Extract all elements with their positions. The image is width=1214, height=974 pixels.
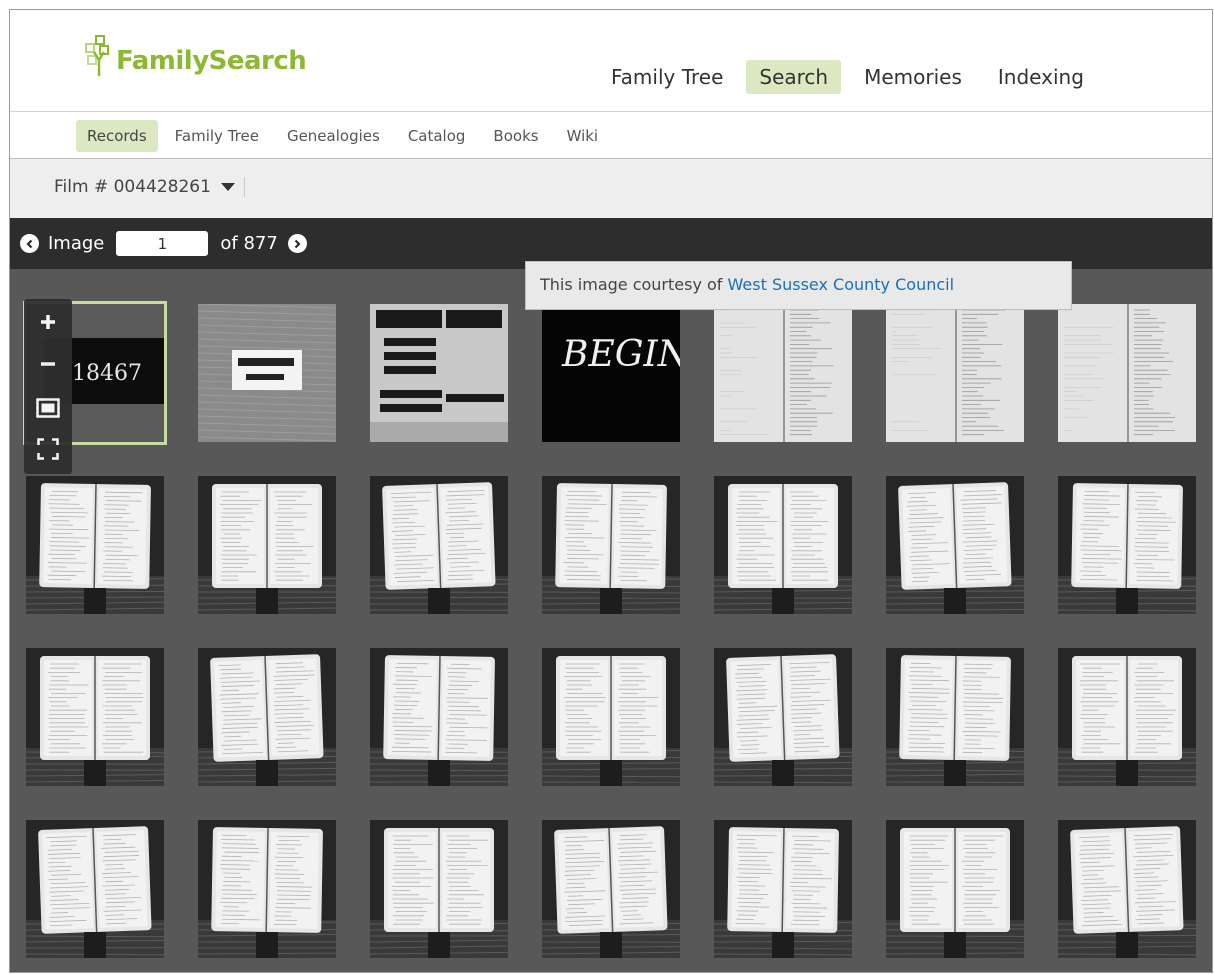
image-total: of 877 xyxy=(220,233,278,254)
film-bar: Film # 004428261 xyxy=(10,159,1212,218)
thumbnail-image xyxy=(886,648,1024,786)
thumbnail-image xyxy=(198,648,336,786)
zoom-out-button[interactable] xyxy=(24,345,72,383)
thumbnail-8[interactable] xyxy=(26,476,164,614)
thumbnail-23[interactable] xyxy=(198,820,336,958)
thumbnail-image xyxy=(198,476,336,614)
fullscreen-button[interactable] xyxy=(24,430,72,468)
thumbnail-28[interactable] xyxy=(1058,820,1196,958)
thumbnail-number-text: 18467 xyxy=(72,361,142,386)
thumbnail-image xyxy=(370,476,508,614)
sub-nav-wiki[interactable]: Wiki xyxy=(556,120,610,152)
thumbnail-image: BEGIN xyxy=(542,304,680,442)
thumbnail-image xyxy=(542,476,680,614)
fullscreen-icon xyxy=(37,438,59,460)
thumbnail-image xyxy=(714,648,852,786)
thumbnail-12[interactable] xyxy=(714,476,852,614)
thumbnail-15[interactable] xyxy=(26,648,164,786)
sub-nav: Records Family Tree Genealogies Catalog … xyxy=(10,112,1212,159)
thumbnail-image xyxy=(370,304,508,442)
thumbnail-9[interactable] xyxy=(198,476,336,614)
fit-screen-icon xyxy=(36,398,60,418)
zoom-in-icon xyxy=(41,315,55,329)
film-selector[interactable]: Film # 004428261 xyxy=(54,177,245,197)
thumbnail-image xyxy=(1058,648,1196,786)
thumbnail-image xyxy=(886,820,1024,958)
thumbnail-18[interactable] xyxy=(542,648,680,786)
sub-nav-family-tree[interactable]: Family Tree xyxy=(164,120,270,152)
thumbnail-5[interactable] xyxy=(714,304,852,442)
thumbnail-image xyxy=(26,648,164,786)
thumbnail-26[interactable] xyxy=(714,820,852,958)
page-frame: FamilySearch Family Tree Search Memories… xyxy=(9,9,1213,973)
thumbnail-6[interactable] xyxy=(886,304,1024,442)
thumbnail-2[interactable] xyxy=(198,304,336,442)
thumbnail-image xyxy=(370,820,508,958)
thumbnail-3[interactable] xyxy=(370,304,508,442)
thumbnail-image xyxy=(26,820,164,958)
courtesy-tooltip: This image courtesy of West Sussex Count… xyxy=(525,261,1072,310)
film-number-label: Film # 004428261 xyxy=(54,177,211,197)
next-image-button[interactable] xyxy=(287,234,307,253)
thumbnail-image xyxy=(714,304,852,442)
image-viewer[interactable]: 18467 BEGIN xyxy=(10,269,1212,972)
sub-nav-records[interactable]: Records xyxy=(76,120,158,152)
sub-nav-genealogies[interactable]: Genealogies xyxy=(276,120,391,152)
thumbnail-image xyxy=(198,304,336,442)
film-divider xyxy=(243,177,245,197)
thumbnail-image xyxy=(886,304,1024,442)
thumbnail-image xyxy=(542,820,680,958)
thumbnail-16[interactable] xyxy=(198,648,336,786)
previous-image-button[interactable] xyxy=(20,234,39,253)
main-nav-memories[interactable]: Memories xyxy=(851,60,975,94)
zoom-out-icon xyxy=(41,362,55,366)
sub-nav-books[interactable]: Books xyxy=(482,120,549,152)
thumbnail-27[interactable] xyxy=(886,820,1024,958)
thumbnail-image xyxy=(886,476,1024,614)
main-nav-search[interactable]: Search xyxy=(746,60,842,94)
thumbnail-image xyxy=(714,476,852,614)
thumbnail-13[interactable] xyxy=(886,476,1024,614)
thumbnail-17[interactable] xyxy=(370,648,508,786)
courtesy-text: This image courtesy of xyxy=(540,275,723,294)
thumbnail-image xyxy=(370,648,508,786)
main-nav-family-tree[interactable]: Family Tree xyxy=(598,60,736,94)
tree-logo-icon xyxy=(85,35,109,76)
thumbnail-20[interactable] xyxy=(886,648,1024,786)
main-nav: Family Tree Search Memories Indexing xyxy=(598,60,1107,94)
sub-nav-catalog[interactable]: Catalog xyxy=(397,120,477,152)
fit-screen-button[interactable] xyxy=(24,389,72,427)
thumbnail-image xyxy=(542,648,680,786)
thumbnail-14[interactable] xyxy=(1058,476,1196,614)
chevron-left-icon xyxy=(25,239,32,248)
image-label: Image xyxy=(48,233,105,254)
thumbnail-image xyxy=(714,820,852,958)
thumbnail-25[interactable] xyxy=(542,820,680,958)
thumbnail-image xyxy=(26,476,164,614)
site-header: FamilySearch Family Tree Search Memories… xyxy=(10,10,1212,112)
thumbnail-19[interactable] xyxy=(714,648,852,786)
courtesy-link[interactable]: West Sussex County Council xyxy=(728,275,955,294)
thumbnail-begin-text: BEGIN xyxy=(561,334,680,375)
thumbnail-image xyxy=(198,820,336,958)
zoom-in-button[interactable] xyxy=(24,303,72,341)
thumbnail-11[interactable] xyxy=(542,476,680,614)
chevron-right-icon xyxy=(295,239,301,248)
zoom-controls xyxy=(24,299,72,474)
thumbnail-image xyxy=(1058,820,1196,958)
logo-text: FamilySearch xyxy=(116,46,307,76)
thumbnail-7[interactable] xyxy=(1058,304,1196,442)
thumbnail-image xyxy=(1058,304,1196,442)
thumbnail-4[interactable]: BEGIN xyxy=(542,304,680,442)
thumbnail-10[interactable] xyxy=(370,476,508,614)
thumbnail-image xyxy=(1058,476,1196,614)
thumbnail-24[interactable] xyxy=(370,820,508,958)
caret-down-icon[interactable] xyxy=(220,183,235,191)
thumbnail-22[interactable] xyxy=(26,820,164,958)
image-number-input[interactable] xyxy=(116,231,209,256)
familysearch-logo[interactable]: FamilySearch xyxy=(82,34,307,76)
main-nav-indexing[interactable]: Indexing xyxy=(985,60,1097,94)
thumbnail-21[interactable] xyxy=(1058,648,1196,786)
